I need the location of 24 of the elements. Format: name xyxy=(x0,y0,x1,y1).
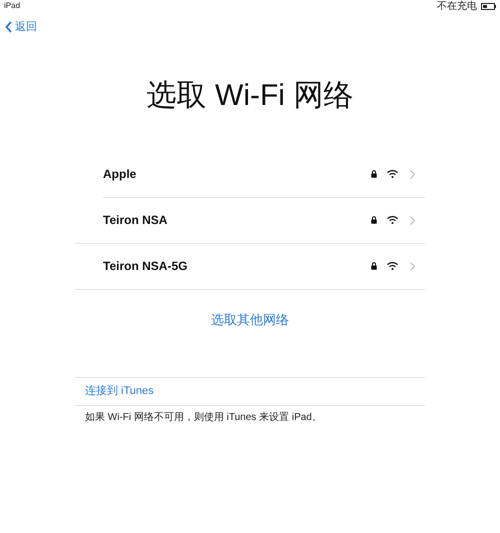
wifi-icon xyxy=(387,216,398,224)
network-row[interactable]: Teiron NSA xyxy=(75,198,425,244)
device-name: iPad xyxy=(4,0,20,12)
battery-icon xyxy=(481,2,496,10)
itunes-note: 如果 Wi-Fi 网络不可用，则使用 iTunes 来设置 iPad。 xyxy=(84,410,323,425)
network-name: Teiron NSA xyxy=(103,212,168,229)
chevron-right-icon xyxy=(410,216,415,224)
network-row[interactable]: Teiron NSA-5G xyxy=(75,244,425,290)
wifi-icon xyxy=(387,170,398,178)
network-row[interactable]: Apple xyxy=(103,152,425,198)
chevron-right-icon xyxy=(410,262,415,270)
network-name: Apple xyxy=(103,166,138,183)
charging-status: 不在充电 xyxy=(437,0,477,14)
page-title: 选取 Wi-Fi 网络 xyxy=(146,78,354,114)
lock-icon xyxy=(371,170,377,178)
lock-icon xyxy=(371,216,377,224)
lock-icon xyxy=(371,262,377,270)
wifi-icon xyxy=(387,262,398,270)
chevron-right-icon xyxy=(410,170,415,178)
chevron-left-icon xyxy=(5,21,12,34)
back-button[interactable]: 返回 xyxy=(5,19,37,36)
network-name: Teiron NSA-5G xyxy=(103,258,188,275)
itunes-link[interactable]: 连接到 iTunes xyxy=(85,383,154,400)
other-network-link[interactable]: 选取其他网络 xyxy=(211,310,289,329)
